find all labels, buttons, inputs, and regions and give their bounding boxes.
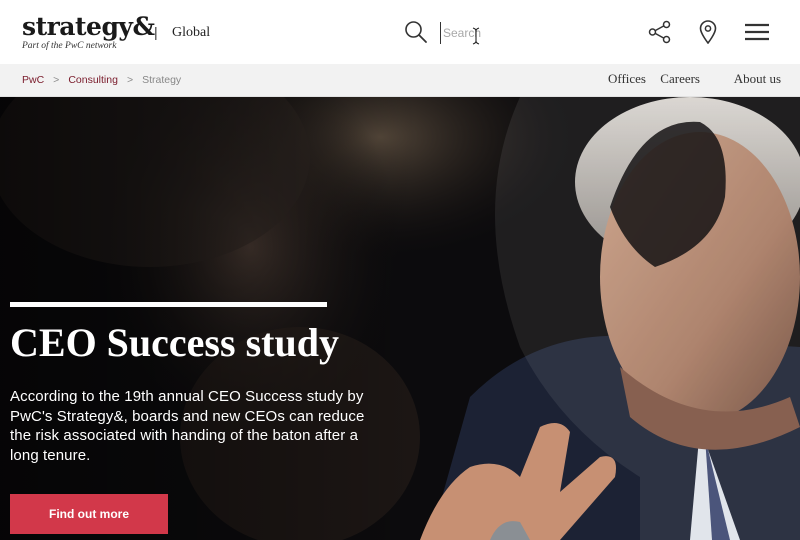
text-cursor-icon	[472, 27, 480, 45]
find-out-more-button[interactable]: Find out more	[10, 494, 168, 534]
location-icon[interactable]	[698, 20, 718, 44]
share-icon[interactable]	[648, 20, 672, 44]
hero-title: CEO Success study	[10, 320, 339, 365]
menu-icon[interactable]	[744, 22, 770, 42]
search-icon[interactable]	[404, 20, 428, 44]
breadcrumb-separator: >	[126, 74, 134, 86]
strategy-and-logo[interactable]: strategy& Part of the PwC network	[22, 12, 155, 52]
logo-wordmark: strategy&	[22, 12, 155, 41]
nav-about-us[interactable]: About us	[734, 71, 781, 87]
breadcrumb-separator: >	[53, 74, 60, 86]
header-separator: |	[154, 24, 158, 40]
search-input[interactable]	[440, 22, 603, 44]
hero-description: According to the 19th annual CEO Success…	[10, 388, 365, 464]
breadcrumb-bar: PwC > Consulting > Strategy Offices Careers …	[0, 64, 800, 97]
nav-offices[interactable]: Offices	[608, 71, 646, 87]
breadcrumb-pwc[interactable]: PwC	[22, 74, 44, 86]
nav-careers[interactable]: Careers	[660, 71, 700, 87]
breadcrumb-consulting[interactable]: Consulting	[68, 74, 118, 86]
site-header: strategy& Part of the PwC network | Glob…	[0, 0, 800, 64]
region-selector[interactable]: Global	[172, 25, 210, 41]
logo-tagline: Part of the PwC network	[22, 41, 117, 51]
breadcrumb-current: Strategy	[142, 74, 182, 86]
hero-divider	[10, 302, 327, 307]
breadcrumb: PwC > Consulting > Strategy	[22, 74, 181, 86]
hero-banner: CEO Success study According to the 19th …	[0, 97, 800, 540]
